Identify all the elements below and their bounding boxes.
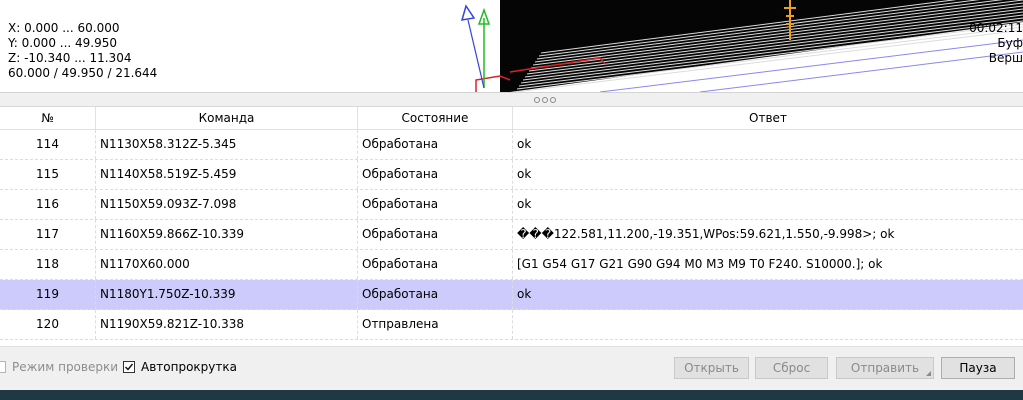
row-number: 114 — [0, 130, 96, 159]
row-response: ok — [517, 197, 532, 211]
table-row[interactable]: 115 N1140X58.519Z-5.459 Обработана ok — [0, 160, 1023, 190]
row-state: Обработана — [358, 130, 513, 159]
grip-icon[interactable] — [533, 96, 557, 104]
column-header-number[interactable]: № — [0, 107, 96, 129]
row-number: 115 — [0, 160, 96, 189]
bottom-toolbar: Режим проверки Автопрокрутка Открыть Сбр… — [0, 346, 1023, 391]
row-state: Обработана — [358, 190, 513, 219]
row-state: Обработана — [358, 280, 513, 309]
y-range: Y: 0.000 ... 49.950 — [8, 36, 118, 50]
elapsed-time: 00:02:11 — [969, 21, 1023, 35]
row-response: ���122.581,11.200,-19.351,WPos:59.621,1.… — [517, 227, 895, 241]
reset-button[interactable]: Сброс — [755, 357, 828, 379]
checkbox-box[interactable] — [123, 361, 135, 373]
row-state: Отправлена — [358, 310, 513, 339]
table-row[interactable]: 117 N1160X59.866Z-10.339 Обработана ���122.… — [0, 220, 1023, 250]
table-row[interactable]: 118 N1170X60.000 Обработана [G1 G54 G17 G21… — [0, 250, 1023, 280]
autoscroll-label: Автопрокрутка — [141, 360, 237, 374]
x-range: X: 0.000 ... 60.000 — [8, 21, 120, 35]
row-response: ok — [517, 137, 532, 151]
status-strip — [0, 390, 1023, 400]
row-command: N1170X60.000 — [96, 250, 358, 279]
row-response — [513, 310, 1023, 339]
table-row[interactable]: 116 N1150X59.093Z-7.098 Обработана ok — [0, 190, 1023, 220]
dimensions: 60.000 / 49.950 / 21.644 — [8, 66, 158, 80]
buffer-label: Буф — [997, 36, 1023, 50]
check-mode-checkbox[interactable]: Режим проверки — [0, 359, 118, 375]
row-command: N1150X59.093Z-7.098 — [96, 190, 358, 219]
row-command: N1130X58.312Z-5.345 — [96, 130, 358, 159]
row-state: Обработана — [358, 160, 513, 189]
row-response: ok — [517, 167, 532, 181]
column-header-command[interactable]: Команда — [96, 107, 358, 129]
checkbox-box[interactable] — [0, 361, 6, 373]
send-button[interactable]: Отправить — [836, 357, 934, 379]
row-number: 116 — [0, 190, 96, 219]
table-row[interactable]: 119 N1180Y1.750Z-10.339 Обработана ok — [0, 280, 1023, 310]
dropdown-corner-icon — [926, 371, 931, 376]
row-command: N1140X58.519Z-5.459 — [96, 160, 358, 189]
autoscroll-checkbox[interactable]: Автопрокрутка — [123, 359, 237, 375]
table-row[interactable]: 120 N1190X59.821Z-10.338 Отправлена — [0, 310, 1023, 340]
table-body: 114 N1130X58.312Z-5.345 Обработана ok 115 N11… — [0, 130, 1023, 340]
z-range: Z: -10.340 ... 11.304 — [8, 51, 132, 65]
3d-viewport[interactable]: X: 0.000 ... 60.000 Y: 0.000 ... 49.950 Z:… — [0, 0, 1023, 92]
vertices-label: Верш — [988, 51, 1023, 65]
open-button[interactable]: Открыть — [674, 357, 749, 379]
row-number: 118 — [0, 250, 96, 279]
send-button-label: Отправить — [850, 361, 920, 375]
checkmark-icon — [125, 363, 134, 371]
row-number: 120 — [0, 310, 96, 339]
status-readout: 00:02:11 Буф Верш — [969, 21, 1023, 66]
row-state: Обработана — [358, 250, 513, 279]
row-command: N1190X59.821Z-10.338 — [96, 310, 358, 339]
check-mode-label: Режим проверки — [12, 360, 119, 374]
row-number: 117 — [0, 220, 96, 249]
column-header-state[interactable]: Состояние — [358, 107, 513, 129]
table-row[interactable]: 114 N1130X58.312Z-5.345 Обработана ok — [0, 130, 1023, 160]
command-table[interactable]: № Команда Состояние Ответ 114 N1130X58.31… — [0, 106, 1023, 347]
bounds-readout: X: 0.000 ... 60.000 Y: 0.000 ... 49.950 Z:… — [8, 21, 157, 81]
row-number: 119 — [0, 280, 96, 309]
row-command: N1180Y1.750Z-10.339 — [96, 280, 358, 309]
row-state: Обработана — [358, 220, 513, 249]
column-header-response[interactable]: Ответ — [513, 107, 1023, 129]
splitter[interactable] — [0, 92, 1023, 107]
row-command: N1160X59.866Z-10.339 — [96, 220, 358, 249]
table-header: № Команда Состояние Ответ — [0, 107, 1023, 130]
pause-button[interactable]: Пауза — [941, 357, 1015, 379]
row-response: ok — [517, 287, 532, 301]
row-response: [G1 G54 G17 G21 G90 G94 M0 M3 M9 T0 F240… — [517, 257, 883, 271]
